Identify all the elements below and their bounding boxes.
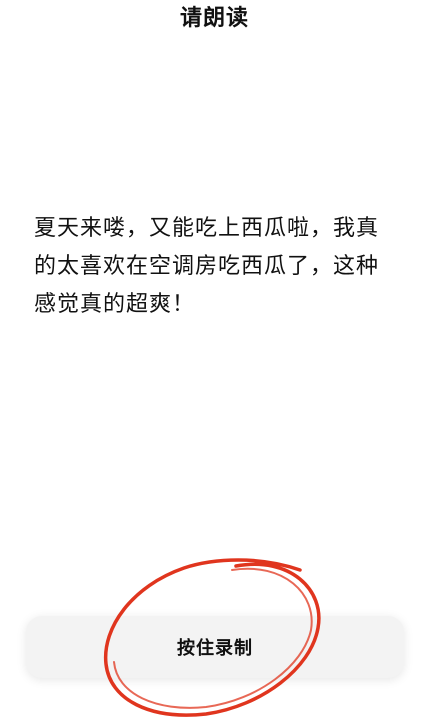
red-circle-annotation [103, 558, 321, 717]
reading-passage: 夏天来喽，又能吃上西瓜啦，我真的太喜欢在空调房吃西瓜了，这种感觉真的超爽！ [34, 216, 380, 317]
record-button-label: 按住录制 [177, 638, 253, 659]
page-title: 请朗读 [179, 6, 249, 31]
hold-to-record-button[interactable]: 按住录制 [26, 616, 404, 678]
